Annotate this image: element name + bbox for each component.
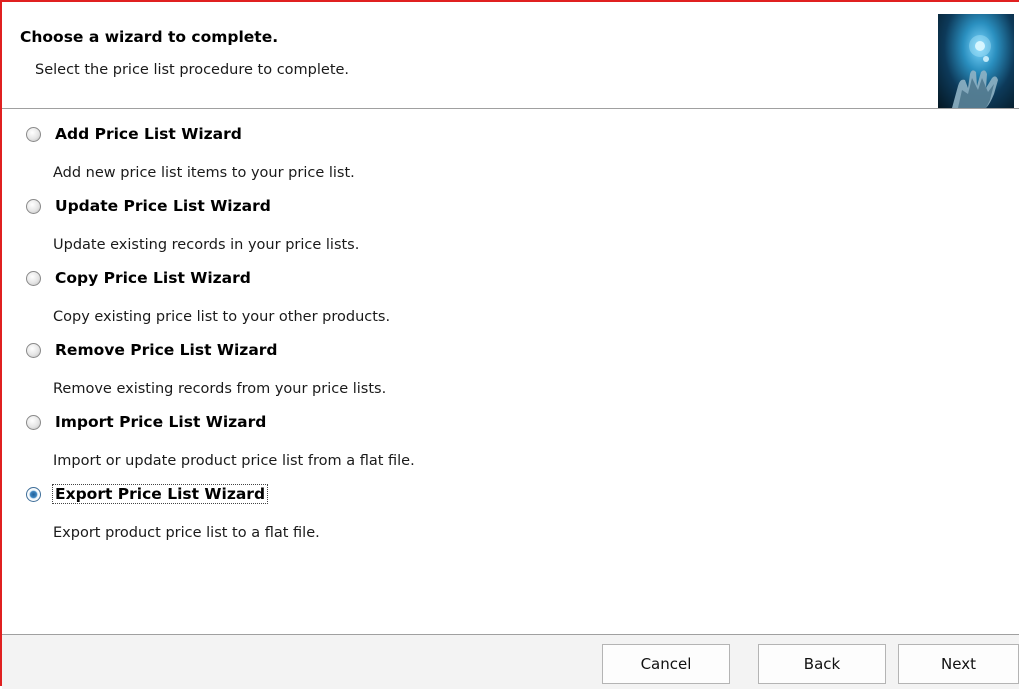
option-remove-price-list[interactable]: Remove Price List Wizard Remove existing… [2, 325, 1019, 397]
option-copy-price-list[interactable]: Copy Price List Wizard Copy existing pri… [2, 253, 1019, 325]
header-title: Choose a wizard to complete. [20, 28, 279, 46]
option-update-price-list[interactable]: Update Price List Wizard Update existing… [2, 181, 1019, 253]
radio-import-price-list[interactable] [26, 415, 41, 430]
option-description: Import or update product price list from… [53, 453, 415, 469]
option-description: Export product price list to a flat file… [53, 525, 320, 541]
option-title[interactable]: Import Price List Wizard [53, 413, 268, 431]
option-description: Copy existing price list to your other p… [53, 309, 391, 325]
option-title[interactable]: Update Price List Wizard [53, 197, 273, 215]
option-description: Add new price list items to your price l… [53, 165, 355, 181]
radio-update-price-list[interactable] [26, 199, 41, 214]
option-description: Remove existing records from your price … [53, 381, 387, 397]
wizard-footer: Cancel Back Next [2, 634, 1019, 689]
option-title[interactable]: Copy Price List Wizard [53, 269, 253, 287]
option-title[interactable]: Export Price List Wizard [51, 484, 269, 504]
wizard-window: Choose a wizard to complete. Select the … [0, 0, 1019, 689]
radio-add-price-list[interactable] [26, 127, 41, 142]
cancel-button[interactable]: Cancel [602, 644, 730, 684]
wizard-header: Choose a wizard to complete. Select the … [2, 2, 1019, 109]
option-title[interactable]: Remove Price List Wizard [53, 341, 280, 359]
next-button[interactable]: Next [898, 644, 1019, 684]
radio-remove-price-list[interactable] [26, 343, 41, 358]
option-add-price-list[interactable]: Add Price List Wizard Add new price list… [2, 109, 1019, 181]
wizard-options-list: Add Price List Wizard Add new price list… [2, 109, 1019, 634]
option-export-price-list[interactable]: Export Price List Wizard Export product … [2, 469, 1019, 541]
hand-with-light-image [938, 14, 1014, 108]
header-subtitle: Select the price list procedure to compl… [35, 62, 350, 78]
option-description: Update existing records in your price li… [53, 237, 360, 253]
option-import-price-list[interactable]: Import Price List Wizard Import or updat… [2, 397, 1019, 469]
option-title[interactable]: Add Price List Wizard [53, 125, 244, 143]
radio-copy-price-list[interactable] [26, 271, 41, 286]
radio-export-price-list[interactable] [26, 487, 41, 502]
back-button[interactable]: Back [758, 644, 886, 684]
